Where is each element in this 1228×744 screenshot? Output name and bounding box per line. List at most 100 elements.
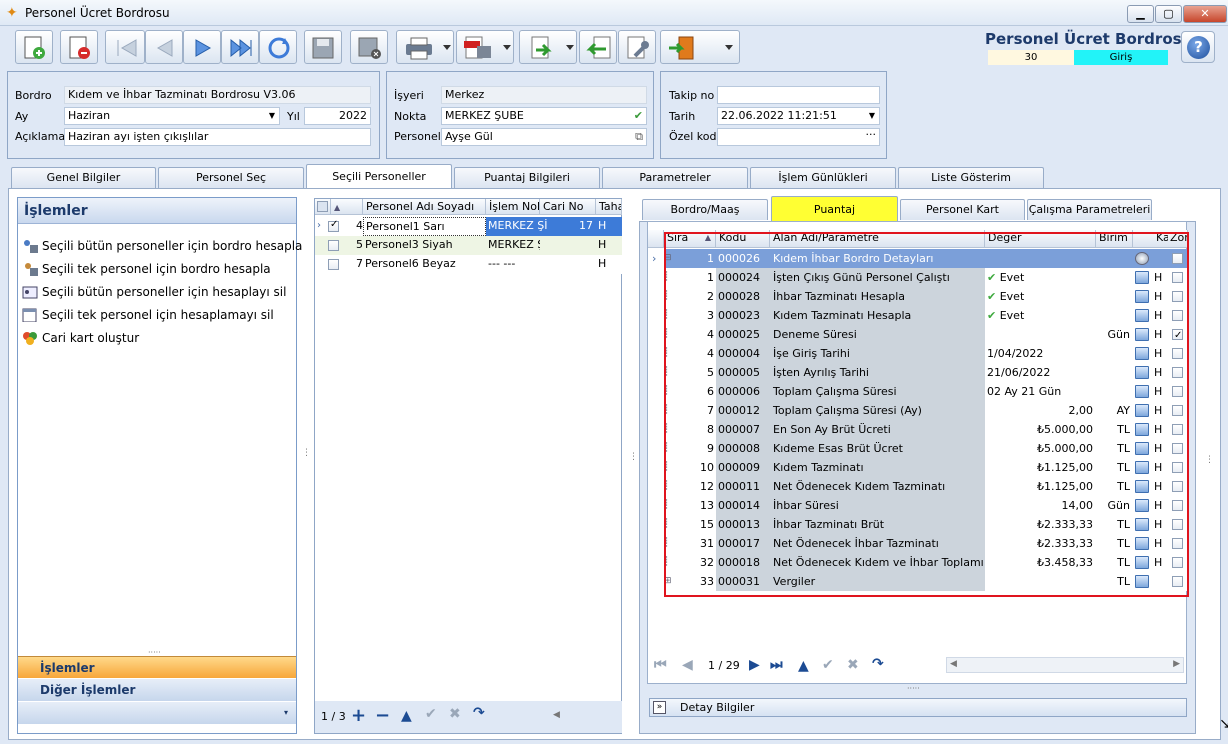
row-deger[interactable]: ✔ Evet — [985, 287, 1096, 306]
op-delete-single[interactable]: Seçili tek personel için hesaplamayı sil — [20, 305, 274, 325]
table-row[interactable]: ┊ 5 000005 İşten Ayrılış Tarihi 21/06/2022 H — [648, 363, 1188, 382]
personel-field[interactable]: Ayşe Gül ⧉ — [441, 128, 647, 146]
ellipsis-icon[interactable]: ··· — [866, 129, 877, 143]
ozel-kod-field[interactable]: ··· — [717, 128, 880, 146]
row-deger[interactable]: 02 Ay 21 Gün — [985, 382, 1096, 401]
last-record-button[interactable] — [221, 30, 259, 64]
row-ka[interactable]: H — [1133, 344, 1168, 363]
col-birim[interactable]: Birim — [1096, 230, 1133, 248]
edit-document-icon[interactable] — [1135, 537, 1149, 550]
col-ka[interactable]: Ka — [1133, 230, 1171, 248]
table-row[interactable]: ┊ 4 000004 İşe Giriş Tarihi 1/04/2022 H — [648, 344, 1188, 363]
table-row[interactable]: ┊ 8 000007 En Son Ay Brüt Ücreti ₺5.000,00 TL… — [648, 420, 1188, 439]
row-ka[interactable]: H — [1133, 268, 1168, 287]
row-ka[interactable]: H — [1133, 477, 1168, 496]
gear-icon[interactable] — [1135, 252, 1149, 265]
subtab-bordro-maas[interactable]: Bordro/Maaş — [642, 199, 768, 220]
add-icon[interactable]: + — [351, 705, 366, 726]
next-record-button[interactable] — [183, 30, 221, 64]
table-row[interactable]: ┊ 10 000009 Kıdem Tazminatı ₺1.125,00 TL H — [648, 458, 1188, 477]
confirm-icon[interactable]: ✔ — [822, 657, 834, 673]
edit-document-icon[interactable] — [1135, 271, 1149, 284]
next-page-icon[interactable]: ▶ — [749, 657, 760, 673]
row-deger[interactable]: ₺2.333,33 — [985, 515, 1096, 534]
row-deger[interactable]: 14,00 — [985, 496, 1096, 515]
first-record-button[interactable] — [105, 30, 145, 64]
tarih-field[interactable]: 22.06.2022 11:21:51 ▼ — [717, 107, 880, 125]
maximize-button[interactable]: ▢ — [1155, 5, 1182, 23]
scroll-left-icon[interactable]: ◀ — [553, 710, 560, 720]
row-ka[interactable]: H — [1133, 439, 1168, 458]
row-ka[interactable] — [1133, 572, 1168, 591]
row-ka[interactable]: H — [1133, 401, 1168, 420]
row-deger[interactable]: ✔ Evet — [985, 306, 1096, 325]
subtab-personel-kart[interactable]: Personel Kart — [900, 199, 1025, 220]
scroll-right-icon[interactable]: ▶ — [1173, 659, 1180, 669]
row-ka[interactable]: H — [1133, 420, 1168, 439]
tab-liste-gosterim[interactable]: Liste Gösterim — [898, 167, 1044, 188]
new-doc-button[interactable] — [15, 30, 53, 64]
zorunlu-checkbox[interactable] — [1172, 386, 1183, 397]
chevron-down-icon[interactable]: ▼ — [869, 108, 875, 124]
op-calc-single[interactable]: Seçili tek personel için bordro hesapla — [20, 259, 271, 279]
zorunlu-checkbox[interactable] — [1172, 291, 1183, 302]
row-deger[interactable]: ₺2.333,33 — [985, 534, 1096, 553]
double-check-icon[interactable]: ✔ — [634, 108, 643, 124]
zorunlu-checkbox[interactable] — [1172, 576, 1183, 587]
row-deger[interactable]: 1/04/2022 — [985, 344, 1096, 363]
edit-document-icon[interactable] — [1135, 309, 1149, 322]
table-row[interactable]: ┊ 7 000012 Toplam Çalışma Süresi (Ay) 2,00 AY… — [648, 401, 1188, 420]
zorunlu-checkbox[interactable] — [1172, 500, 1183, 511]
edit-document-icon[interactable] — [1135, 480, 1149, 493]
row-ka[interactable]: H — [1133, 458, 1168, 477]
col-zor[interactable]: Zor — [1168, 230, 1188, 248]
tab-personel-sec[interactable]: Personel Seç — [158, 167, 304, 188]
row-checkbox[interactable] — [328, 240, 339, 251]
edit-document-icon[interactable] — [1135, 499, 1149, 512]
row-checkbox[interactable] — [328, 259, 339, 270]
row-deger[interactable]: 21/06/2022 — [985, 363, 1096, 382]
edit-document-icon[interactable] — [1135, 366, 1149, 379]
row-deger[interactable]: ₺5.000,00 — [985, 439, 1096, 458]
zorunlu-checkbox[interactable] — [1172, 367, 1183, 378]
tree-toggle-icon[interactable]: ⊞ — [664, 572, 678, 591]
first-page-icon[interactable]: ⏮ — [654, 657, 667, 673]
col-sira[interactable]: Sıra ▲ — [664, 230, 716, 248]
edit-document-icon[interactable] — [1135, 290, 1149, 303]
row-deger[interactable]: 2,00 — [985, 401, 1096, 420]
row-ka[interactable]: H — [1133, 496, 1168, 515]
row-checkbox[interactable]: ✓ — [328, 219, 339, 232]
table-row[interactable]: ┊ 6 000006 Toplam Çalışma Süresi 02 Ay 21 Gü… — [648, 382, 1188, 401]
row-deger[interactable]: ₺1.125,00 — [985, 477, 1096, 496]
row-deger[interactable] — [985, 325, 1096, 344]
nav-islemler[interactable]: İşlemler — [18, 656, 296, 678]
lookup-icon[interactable]: ⧉ — [635, 129, 643, 145]
tab-puantaj-bilgileri[interactable]: Puantaj Bilgileri — [454, 167, 600, 188]
col-kodu[interactable]: Kodu — [716, 230, 770, 248]
row-ka[interactable]: H — [1133, 325, 1168, 344]
table-row[interactable]: ┊ 12 000011 Net Ödenecek Kıdem Tazminatı ₺1.… — [648, 477, 1188, 496]
zorunlu-checkbox[interactable] — [1172, 462, 1183, 473]
nav-more[interactable]: ▾ — [18, 702, 296, 724]
zorunlu-checkbox[interactable] — [1172, 253, 1183, 264]
table-row[interactable]: ┊ 13 000014 İhbar Süresi 14,00 Gün H — [648, 496, 1188, 515]
delete-doc-button[interactable] — [60, 30, 98, 64]
splitter-left[interactable]: ⋮ — [302, 449, 311, 458]
zorunlu-checkbox[interactable] — [1172, 424, 1183, 435]
row-deger[interactable]: ₺5.000,00 — [985, 420, 1096, 439]
op-calc-all[interactable]: Seçili bütün personeller için bordro hes… — [20, 236, 302, 256]
tab-genel-bilgiler[interactable]: Genel Bilgiler — [11, 167, 156, 188]
row-deger[interactable] — [985, 572, 1096, 591]
zorunlu-checkbox[interactable] — [1172, 405, 1183, 416]
op-delete-all[interactable]: Seçili bütün personeller için hesaplayı … — [20, 282, 286, 302]
sort-header[interactable]: ▲ — [331, 199, 363, 215]
edit-document-icon[interactable] — [1135, 556, 1149, 569]
nav-diger-islemler[interactable]: Diğer İşlemler — [18, 679, 296, 701]
zorunlu-checkbox[interactable] — [1172, 519, 1183, 530]
zorunlu-checkbox[interactable] — [1172, 272, 1183, 283]
col-cari-no[interactable]: Cari No — [540, 199, 596, 215]
row-ka[interactable] — [1133, 249, 1168, 268]
scroll-left-icon[interactable]: ◀ — [950, 659, 957, 669]
edit-document-icon[interactable] — [1135, 442, 1149, 455]
table-row[interactable]: › ✓ 4 Personel1 Sarı MERKEZ Şİ 17 H — [315, 217, 622, 236]
